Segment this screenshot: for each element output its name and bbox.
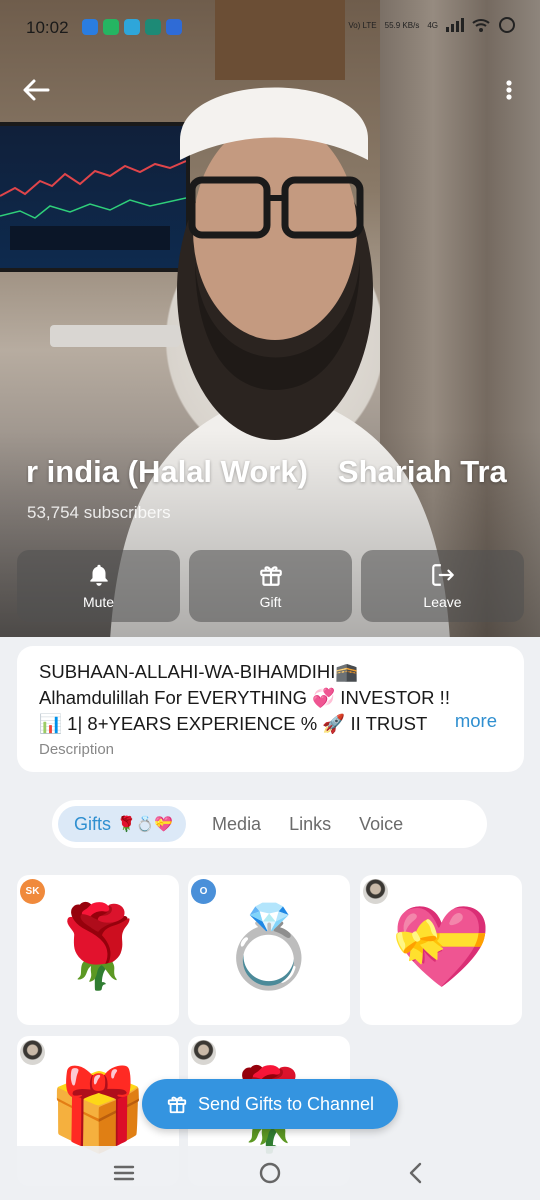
tab-media[interactable]: Media [198, 806, 275, 842]
description-card[interactable]: SUBHAAN-ALLAHI-WA-BIHAMDIHI🕋 Alhamdulill… [17, 646, 524, 772]
system-nav-bar [0, 1146, 540, 1200]
mute-label: Mute [82, 594, 115, 610]
wifi-icon [472, 19, 490, 32]
bell-icon [89, 564, 108, 586]
channel-header-photo: 10:02 Vo) LTE 55.9 KB/s 4G r india (Hala… [0, 0, 540, 637]
channel-title-part: Shariah Tra [337, 454, 507, 489]
more-options-button[interactable] [496, 76, 522, 104]
more-vertical-icon [506, 80, 512, 100]
app-icon-flag [166, 19, 182, 35]
description-line: SUBHAAN-ALLAHI-WA-BIHAMDIHI🕋 [39, 661, 359, 682]
chevron-left-icon [409, 1162, 422, 1184]
rose-gift-icon: 🌹 [48, 902, 148, 991]
channel-actions: Mute Gift Leave [17, 550, 524, 622]
status-time: 10:02 [26, 18, 69, 37]
arrow-left-icon [23, 79, 50, 101]
signal-label: 4G [427, 20, 438, 30]
status-bar: 10:02 Vo) LTE 55.9 KB/s 4G [0, 0, 540, 56]
tab-gifts[interactable]: Gifts 🌹💍💝 [58, 806, 187, 842]
gift-card-ring[interactable]: O 💍 [188, 875, 350, 1025]
app-icon-telegram [124, 19, 140, 35]
description-label: Description [39, 741, 115, 758]
signal-icon [446, 18, 464, 32]
battery-ring-icon [499, 17, 515, 33]
recent-apps-button[interactable] [109, 1159, 139, 1187]
channel-title-part: r india (Halal Work) [26, 454, 308, 489]
gift-icon [259, 566, 282, 586]
tab-voice[interactable]: Voice [345, 806, 417, 842]
tab-gifts-emoji: 🌹💍💝 [117, 816, 174, 833]
leave-button[interactable]: Leave [361, 550, 524, 622]
speed-label: 55.9 KB/s [384, 20, 420, 30]
leave-icon [431, 564, 454, 586]
subscriber-count: 53,754 subscribers [27, 503, 171, 522]
app-icon-phone [103, 19, 119, 35]
gift-card-rose[interactable]: SK 🌹 [17, 875, 179, 1025]
home-circle-icon [259, 1162, 281, 1184]
ring-gift-icon: 💍 [219, 902, 319, 991]
leave-label: Leave [423, 594, 462, 610]
gift-label: Gift [259, 594, 282, 610]
mute-button[interactable]: Mute [17, 550, 180, 622]
description-more-link[interactable]: more [438, 710, 497, 732]
gift-button[interactable]: Gift [189, 550, 352, 622]
home-button[interactable] [255, 1159, 285, 1187]
description-text: SUBHAAN-ALLAHI-WA-BIHAMDIHI🕋 Alhamdulill… [39, 659, 502, 737]
menu-icon [113, 1165, 135, 1181]
send-gifts-label: Send Gifts to Channel [197, 1093, 375, 1114]
send-gifts-button[interactable]: Send Gifts to Channel [142, 1079, 398, 1129]
gift-card-heart[interactable]: 💝 [360, 875, 522, 1025]
tab-gifts-label: Gifts [74, 813, 112, 834]
app-icon-message [82, 19, 98, 35]
channel-title: r india (Halal Work) Shariah Tra [26, 454, 540, 490]
notification-icons [82, 19, 182, 35]
status-indicators: Vo) LTE 55.9 KB/s 4G [348, 16, 516, 34]
back-button[interactable] [20, 76, 52, 104]
gift-icon [167, 1096, 187, 1114]
app-icon-app [145, 19, 161, 35]
description-line: Alhamdulillah For EVERYTHING 💞 INVESTOR … [39, 687, 450, 708]
tab-links[interactable]: Links [275, 806, 345, 842]
heart-gift-icon: 💝 [391, 902, 491, 991]
profile-tabs: Gifts 🌹💍💝 Media Links Voice [52, 800, 487, 848]
description-line: 📊 1| 8+YEARS EXPERIENCE % 🚀 II TRUST [39, 713, 428, 734]
network-label: Vo) LTE [348, 20, 377, 30]
system-back-button[interactable] [401, 1159, 431, 1187]
